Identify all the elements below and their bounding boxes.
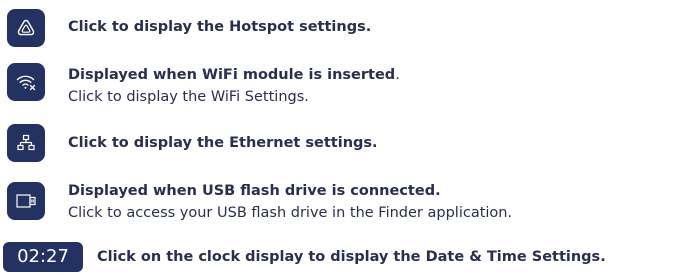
- clock-description: Click on the clock display to display th…: [97, 249, 606, 265]
- usb-description: Click to access your USB flash drive in …: [68, 205, 513, 221]
- wifi-availability-period: .: [395, 67, 400, 83]
- wifi-availability-note: Displayed when WiFi module is inserted: [68, 67, 396, 83]
- ethernet-description: Click to display the Ethernet settings.: [68, 135, 378, 151]
- ethernet-icon: [17, 134, 35, 151]
- usb-drive-icon: [16, 194, 36, 208]
- hotspot-description: Click to display the Hotspot settings.: [68, 19, 372, 35]
- hotspot-button[interactable]: [7, 9, 45, 47]
- hotspot-row: Click to display the Hotspot settings.: [0, 0, 697, 50]
- clock-display-button[interactable]: 02:27: [3, 242, 83, 272]
- ethernet-button[interactable]: [7, 124, 45, 162]
- usb-drive-button[interactable]: [7, 182, 45, 220]
- wifi-row: Displayed when WiFi module is inserted. …: [0, 56, 697, 112]
- wifi-description: Click to display the WiFi Settings.: [68, 89, 309, 105]
- clock-row: 02:27 Click on the clock display to disp…: [0, 242, 697, 274]
- wifi-module-icon: [16, 75, 36, 91]
- usb-availability-note: Displayed when USB flash drive is connec…: [68, 183, 441, 199]
- ethernet-row: Click to display the Ethernet settings.: [0, 118, 697, 168]
- wifi-button[interactable]: [7, 63, 45, 101]
- hotspot-icon: [17, 19, 35, 36]
- usb-row: Displayed when USB flash drive is connec…: [0, 176, 697, 232]
